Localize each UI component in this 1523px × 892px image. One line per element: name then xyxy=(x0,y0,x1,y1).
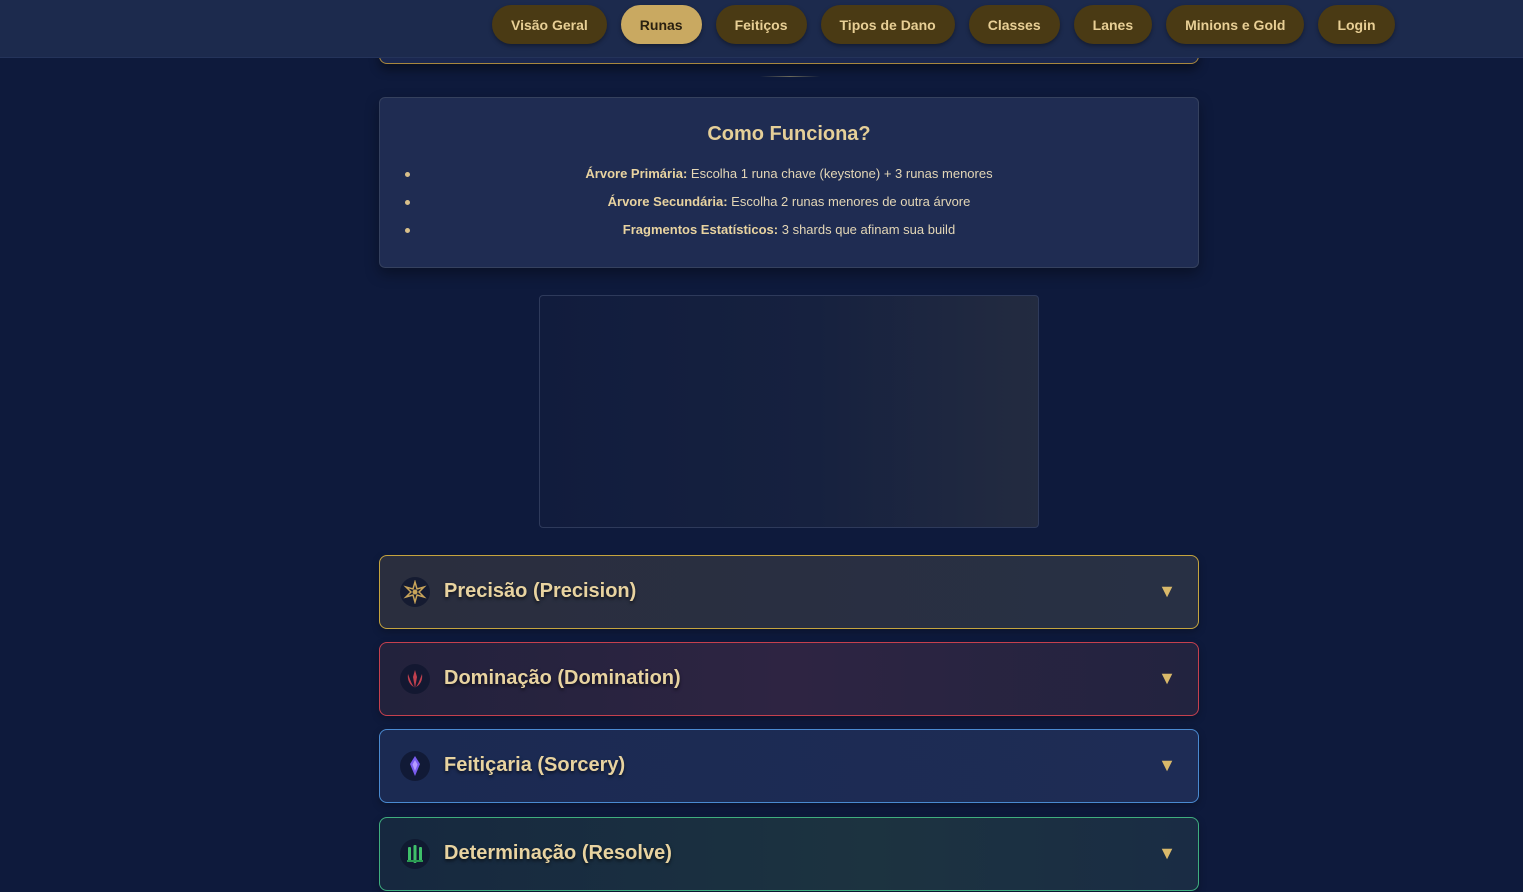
rune-tree-title: Determinação (Resolve) xyxy=(444,842,672,864)
main-nav: Visão Geral Runas Feitiços Tipos de Dano… xyxy=(492,5,1395,44)
nav-feiticos[interactable]: Feitiços xyxy=(715,5,807,44)
bullet-icon xyxy=(405,172,410,177)
how-it-works-card: Como Funciona? Árvore Primária: Escolha … xyxy=(379,97,1199,268)
sorcery-icon xyxy=(400,751,430,781)
list-item-text: Escolha 2 runas menores de outra árvore xyxy=(727,194,971,209)
list-item-term: Árvore Primária: xyxy=(585,166,688,181)
chevron-down-icon[interactable]: ▼ xyxy=(1158,668,1176,689)
media-placeholder[interactable] xyxy=(539,295,1039,528)
list-item: Fragmentos Estatísticos: 3 shards que af… xyxy=(380,221,1198,249)
section-divider xyxy=(760,76,820,77)
list-item: Árvore Secundária: Escolha 2 runas menor… xyxy=(380,193,1198,221)
bullet-icon xyxy=(405,200,410,205)
chevron-down-icon[interactable]: ▼ xyxy=(1158,755,1176,776)
list-item-text: 3 shards que afinam sua build xyxy=(778,222,956,237)
nav-visao-geral[interactable]: Visão Geral xyxy=(492,5,607,44)
rune-tree-domination[interactable]: Dominação (Domination) ▼ xyxy=(379,642,1199,716)
list-item-text: Escolha 1 runa chave (keystone) + 3 runa… xyxy=(687,166,993,181)
nav-runas[interactable]: Runas xyxy=(620,5,702,44)
precision-icon xyxy=(400,577,430,607)
rune-tree-resolve[interactable]: Determinação (Resolve) ▼ xyxy=(379,817,1199,891)
bullet-icon xyxy=(405,228,410,233)
how-it-works-list: Árvore Primária: Escolha 1 runa chave (k… xyxy=(380,165,1198,249)
rune-tree-title: Precisão (Precision) xyxy=(444,580,637,602)
rune-tree-sorcery[interactable]: Feitiçaria (Sorcery) ▼ xyxy=(379,729,1199,803)
nav-tipos-de-dano[interactable]: Tipos de Dano xyxy=(820,5,955,44)
resolve-icon xyxy=(400,839,430,869)
list-item: Árvore Primária: Escolha 1 runa chave (k… xyxy=(380,165,1198,193)
nav-login[interactable]: Login xyxy=(1318,5,1395,44)
nav-lanes[interactable]: Lanes xyxy=(1073,5,1153,44)
chevron-down-icon[interactable]: ▼ xyxy=(1158,843,1176,864)
list-item-term: Fragmentos Estatísticos: xyxy=(622,222,779,237)
rune-tree-title: Feitiçaria (Sorcery) xyxy=(444,754,626,776)
rune-tree-title: Dominação (Domination) xyxy=(444,667,681,689)
how-it-works-title: Como Funciona? xyxy=(707,123,871,145)
domination-icon xyxy=(400,664,430,694)
rune-tree-precision[interactable]: Precisão (Precision) ▼ xyxy=(379,555,1199,629)
list-item-term: Árvore Secundária: xyxy=(607,194,728,209)
chevron-down-icon[interactable]: ▼ xyxy=(1158,581,1176,602)
nav-classes[interactable]: Classes xyxy=(968,5,1060,44)
top-navbar: Visão Geral Runas Feitiços Tipos de Dano… xyxy=(0,0,1523,58)
nav-minions-e-gold[interactable]: Minions e Gold xyxy=(1166,5,1305,44)
